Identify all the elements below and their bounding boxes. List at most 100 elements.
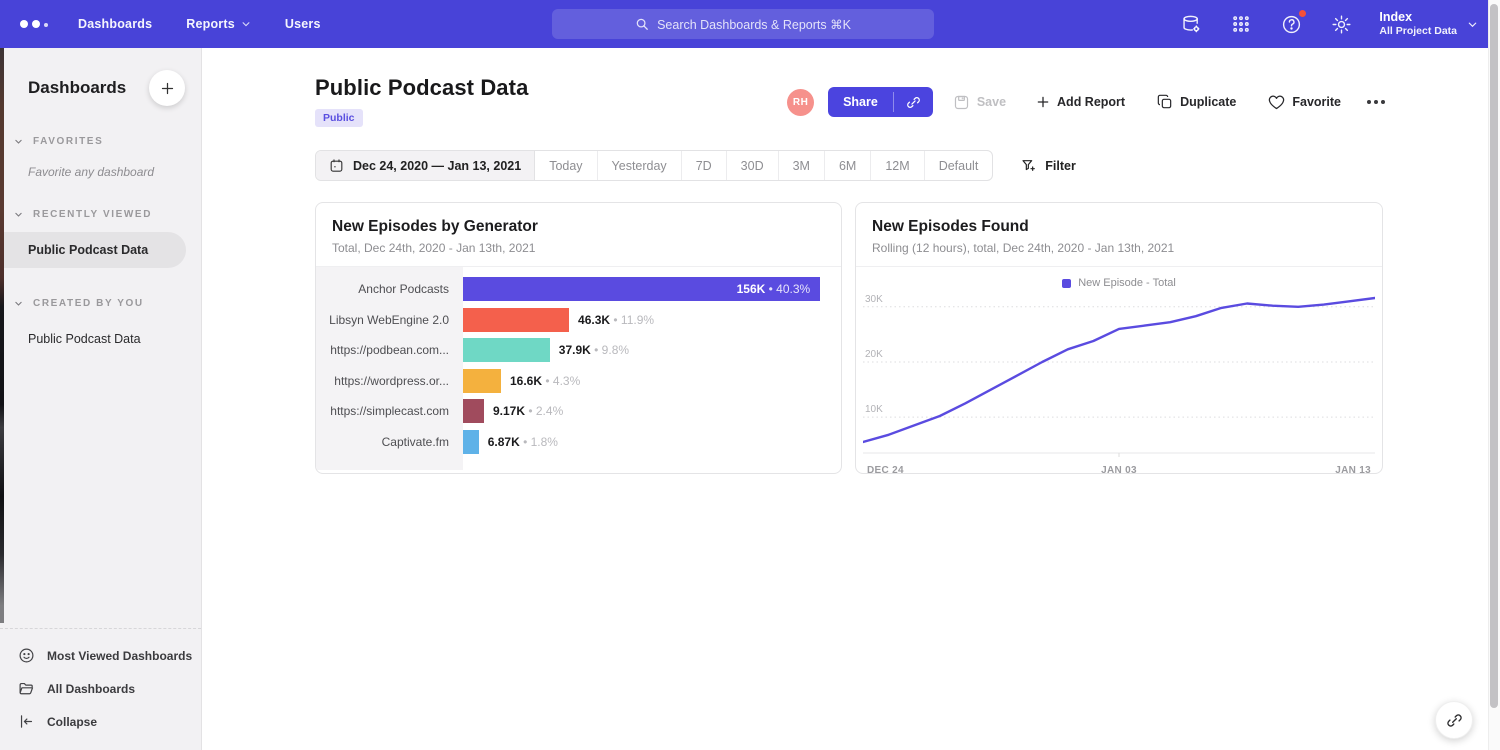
save-button[interactable]: Save xyxy=(953,94,1006,111)
add-report-button[interactable]: Add Report xyxy=(1036,95,1125,109)
share-button[interactable]: Share xyxy=(828,87,893,117)
duplicate-icon xyxy=(1157,94,1173,110)
nav-item-users[interactable]: Users xyxy=(285,17,321,31)
footer-item-collapse[interactable]: Collapse xyxy=(0,705,201,738)
preset-12m[interactable]: 12M xyxy=(871,151,924,180)
scrollbar-thumb[interactable] xyxy=(1490,4,1498,708)
folder-icon xyxy=(18,680,35,697)
bar-row: Captivate.fm 6.87K • 1.8% xyxy=(316,427,841,458)
nav-item-reports[interactable]: Reports xyxy=(186,17,251,31)
more-menu-button[interactable] xyxy=(1367,100,1385,104)
filter-button[interactable]: Filter xyxy=(1021,158,1076,174)
footer-item-most-viewed-dashboards[interactable]: Most Viewed Dashboards xyxy=(0,639,201,672)
bar-segment[interactable] xyxy=(463,338,550,362)
bar-category-label: Libsyn WebEngine 2.0 xyxy=(316,313,463,327)
line-chart-title: New Episodes Found xyxy=(872,218,1366,236)
favorite-button[interactable]: Favorite xyxy=(1268,94,1341,111)
sidebar-section: FAVORITESFavorite any dashboard xyxy=(0,136,201,179)
bar-track: 6.87K • 1.8% xyxy=(463,430,841,454)
nav-item-dashboards[interactable]: Dashboards xyxy=(78,17,152,31)
filter-funnel-icon xyxy=(1021,158,1037,174)
settings-gear-icon[interactable] xyxy=(1329,12,1353,36)
filter-label: Filter xyxy=(1045,159,1076,173)
avatar[interactable]: RH xyxy=(787,89,814,116)
bar-value-label: 9.17K • 2.4% xyxy=(493,404,563,418)
preset-3m[interactable]: 3M xyxy=(779,151,825,180)
data-sources-icon[interactable] xyxy=(1179,12,1203,36)
sidebar: Dashboards FAVORITESFavorite any dashboa… xyxy=(0,48,202,750)
nav-item-label: Reports xyxy=(186,17,235,31)
top-nav: Dashboards Reports Users Search Dashboards… xyxy=(0,0,1500,48)
bar-segment[interactable] xyxy=(463,430,479,454)
sidebar-title: Dashboards xyxy=(28,78,126,98)
bar-row: Libsyn WebEngine 2.046.3K • 11.9% xyxy=(316,305,841,336)
preset-30d[interactable]: 30D xyxy=(727,151,779,180)
save-icon xyxy=(953,94,970,111)
bar-segment[interactable]: 156K • 40.3% xyxy=(463,277,820,301)
sidebar-section-header[interactable]: CREATED BY YOU xyxy=(0,298,201,309)
date-range-control: Dec 24, 2020 — Jan 13, 2021 TodayYesterd… xyxy=(315,150,993,181)
bar-track: 37.9K • 9.8% xyxy=(463,338,841,362)
preset-default[interactable]: Default xyxy=(925,151,993,180)
chevron-down-icon xyxy=(14,137,23,146)
line-chart-legend: New Episode - Total xyxy=(856,267,1382,291)
plus-icon xyxy=(1036,95,1050,109)
share-link-button[interactable] xyxy=(894,87,933,117)
app-root: Dashboards Reports Users Search Dashboards… xyxy=(0,0,1500,750)
sidebar-section-header[interactable]: FAVORITES xyxy=(0,136,201,147)
smiley-icon xyxy=(18,647,35,664)
project-switcher[interactable]: Index All Project Data xyxy=(1379,10,1478,39)
add-dashboard-button[interactable] xyxy=(149,70,185,106)
share-button-group: Share xyxy=(828,87,933,117)
help-icon[interactable] xyxy=(1279,12,1303,36)
legend-swatch xyxy=(1062,279,1071,288)
chevron-down-icon xyxy=(241,19,251,29)
page-scrollbar[interactable] xyxy=(1488,0,1500,750)
sidebar-sections: FAVORITESFavorite any dashboard RECENTLY … xyxy=(0,136,201,357)
bar-category-label: Captivate.fm xyxy=(316,435,463,449)
sidebar-item-list: Public Podcast Data xyxy=(0,232,201,268)
notification-badge xyxy=(1298,9,1307,18)
project-scope: All Project Data xyxy=(1379,25,1457,38)
apps-grid-icon[interactable] xyxy=(1229,12,1253,36)
legend-label: New Episode - Total xyxy=(1078,277,1176,289)
search-placeholder: Search Dashboards & Reports ⌘K xyxy=(657,17,851,32)
date-range-button[interactable]: Dec 24, 2020 — Jan 13, 2021 xyxy=(316,151,535,180)
preset-6m[interactable]: 6M xyxy=(825,151,871,180)
search-input[interactable]: Search Dashboards & Reports ⌘K xyxy=(552,9,934,39)
bar-chart-card: New Episodes by Generator Total, Dec 24t… xyxy=(315,202,842,474)
chevron-down-icon xyxy=(14,299,23,308)
sidebar-section-label: RECENTLY VIEWED xyxy=(33,209,152,220)
sidebar-section-label: FAVORITES xyxy=(33,136,103,147)
footer-item-all-dashboards[interactable]: All Dashboards xyxy=(0,672,201,705)
sidebar-section: CREATED BY YOU Public Podcast Data xyxy=(0,298,201,357)
bar-category-label: https://wordpress.or... xyxy=(316,374,463,388)
footer-item-label: Collapse xyxy=(47,715,97,729)
preset-7d[interactable]: 7D xyxy=(682,151,727,180)
plus-icon xyxy=(160,81,175,96)
logo-dot xyxy=(32,20,40,28)
bar-segment[interactable] xyxy=(463,369,501,393)
date-filter-bar: Dec 24, 2020 — Jan 13, 2021 TodayYesterd… xyxy=(315,150,1385,181)
screen-edge-strip xyxy=(0,48,4,623)
bar-chart-title: New Episodes by Generator xyxy=(332,218,825,236)
sidebar-item[interactable]: Public Podcast Data xyxy=(0,321,201,357)
preset-today[interactable]: Today xyxy=(535,151,597,180)
sidebar-empty-text: Favorite any dashboard xyxy=(0,147,201,179)
app-logo[interactable] xyxy=(20,20,48,28)
search-icon xyxy=(635,17,649,31)
dashboard-title-block: Public Podcast Data Public xyxy=(315,75,528,127)
project-name: Index xyxy=(1379,10,1457,26)
bar-category-label: https://simplecast.com xyxy=(316,404,463,418)
preset-yesterday[interactable]: Yesterday xyxy=(598,151,682,180)
bar-segment[interactable] xyxy=(463,308,569,332)
favorite-label: Favorite xyxy=(1292,95,1341,109)
sidebar-item[interactable]: Public Podcast Data xyxy=(0,232,186,268)
floating-link-button[interactable] xyxy=(1435,701,1473,739)
bar-segment[interactable] xyxy=(463,399,484,423)
duplicate-button[interactable]: Duplicate xyxy=(1157,94,1236,110)
bar-chart-subtitle: Total, Dec 24th, 2020 - Jan 13th, 2021 xyxy=(332,241,825,255)
sidebar-section-header[interactable]: RECENTLY VIEWED xyxy=(0,209,201,220)
sidebar-section: RECENTLY VIEWED Public Podcast Data xyxy=(0,209,201,268)
bar-value-label: 6.87K • 1.8% xyxy=(488,435,558,449)
